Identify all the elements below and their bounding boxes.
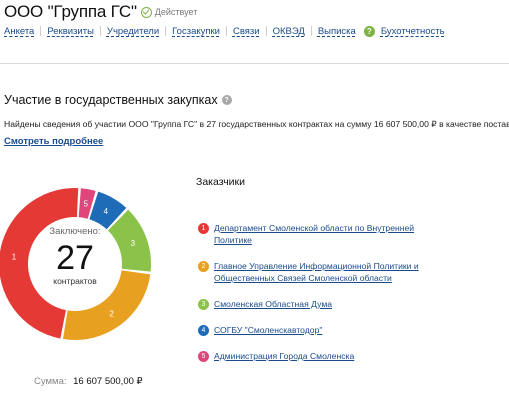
legend-number-badge: 5 [198,351,209,362]
legend-item[interactable]: 2 Главное Управление Информационной Поли… [198,260,429,284]
help-icon[interactable]: ? [363,25,375,37]
legend-customer-link[interactable]: Администрация Города Смоленска [214,350,429,362]
nav-goszakupki[interactable]: Госзакупки [172,26,220,37]
status-text: Действует [154,7,198,17]
nav-separator [310,26,312,36]
donut-slice-label: 3 [131,239,136,248]
legend-customer-link[interactable]: Смоленская Областная Дума [214,298,429,310]
section-title: Участие в государственных закупках ? [4,93,232,107]
see-more-link[interactable]: Смотреть подробнее [4,136,103,147]
company-name: ООО "Группа ГС" [4,2,137,21]
donut-slice-label: 2 [109,309,114,318]
legend-item[interactable]: 1 Департамент Смоленской области по Внут… [198,222,429,246]
contracts-count: 27 [56,239,94,277]
nav-separator [99,26,101,36]
nav-anketa[interactable]: Анкета [4,26,34,37]
procurement-summary: Найдены сведения об участии ООО "Группа … [4,119,509,129]
legend-customer-link[interactable]: Главное Управление Информационной Полити… [214,260,429,284]
donut-slice-label: 5 [84,199,89,208]
nav-rekvizity[interactable]: Реквизиты [47,26,94,37]
nav-vypiska[interactable]: Выписка [318,26,356,37]
nav-okved[interactable]: ОКВЭД [273,26,305,37]
company-nav: Анкета Реквизиты Учредители Госзакупки С… [4,24,445,38]
nav-buhotchetnost[interactable]: Бухотчетность [381,26,445,37]
legend-item[interactable]: 4 СОГБУ "Смоленскавтодор" [198,324,429,336]
donut-slice-label: 1 [12,253,17,262]
donut-slice-label: 4 [104,207,109,216]
sum-label: Сумма: [34,376,67,387]
legend-number-badge: 1 [198,223,209,234]
customers-title: Заказчики [196,176,245,188]
company-header: ООО "Группа ГС" Действует [4,2,197,22]
nav-svyazi[interactable]: Связи [233,26,260,37]
legend-customer-link[interactable]: Департамент Смоленской области по Внутре… [214,222,429,246]
sum-row: Сумма: 16 607 500,00 ₽ [34,376,143,387]
contracts-unit: контрактов [53,276,97,286]
nav-separator [225,26,227,36]
nav-separator [165,26,167,36]
nav-separator [265,26,267,36]
sum-value: 16 607 500,00 ₽ [73,376,143,387]
legend-number-badge: 2 [198,261,209,272]
legend-number-badge: 4 [198,325,209,336]
legend-item[interactable]: 5 Администрация Города Смоленска [198,350,429,362]
divider [0,63,509,64]
chart-center: Заключено: 27 контрактов [30,226,120,286]
nav-separator [40,26,42,36]
check-circle-icon [140,6,152,18]
legend-number-badge: 3 [198,299,209,310]
legend-customer-link[interactable]: СОГБУ "Смоленскавтодор" [214,324,429,336]
section-title-text: Участие в государственных закупках [4,93,218,107]
legend-item[interactable]: 3 Смоленская Областная Дума [198,298,429,310]
concluded-label: Заключено: [49,226,101,237]
nav-uchrediteli[interactable]: Учредители [107,26,159,37]
question-icon[interactable]: ? [221,95,232,105]
